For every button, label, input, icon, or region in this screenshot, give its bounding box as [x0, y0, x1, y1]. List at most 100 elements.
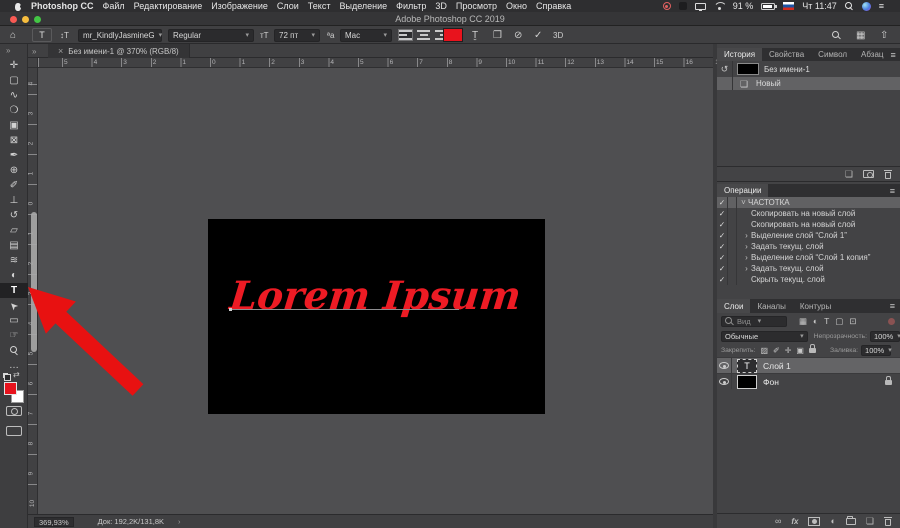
default-colors-icon[interactable] [3, 373, 11, 381]
panel-menu-icon[interactable]: ≡ [890, 48, 900, 61]
action-label[interactable]: ЧАСТОТКА [748, 198, 790, 207]
status-app-icon[interactable] [679, 2, 687, 10]
layer-filtering-toggle[interactable] [888, 318, 895, 325]
align-center-button[interactable] [417, 30, 430, 40]
action-label[interactable]: Задать текущ. слой [751, 264, 824, 273]
opacity-select[interactable]: 100% ▾ [870, 331, 900, 342]
action-check-icon[interactable]: ✓ [717, 252, 728, 263]
font-family-select[interactable]: mr_KindlyJasmineG ▾ [78, 29, 162, 42]
apple-menu-icon[interactable] [14, 2, 22, 11]
document-tab[interactable]: × Без имени-1 @ 370% (RGB/8) [48, 44, 190, 58]
text-orientation-icon[interactable]: ↕T [60, 26, 69, 44]
menu-item-Изображение[interactable]: Изображение [211, 1, 268, 11]
blend-mode-select[interactable]: Обычные ▾ [721, 331, 808, 342]
filter-adjustment-layers-icon[interactable]: ◐ [813, 316, 818, 327]
filter-pixel-layers-icon[interactable]: ▦ [799, 316, 807, 327]
canvas-text[interactable]: Lorem Ipsum [228, 273, 524, 319]
action-dialog-toggle[interactable] [728, 230, 737, 241]
new-snapshot-icon[interactable] [863, 170, 874, 178]
tab-layers[interactable]: Слои [717, 299, 750, 313]
rectangle-tool[interactable]: ▭ [0, 313, 28, 328]
workspace-icon[interactable]: ▦ [856, 26, 865, 44]
action-dialog-toggle[interactable] [728, 252, 737, 263]
action-check-icon[interactable]: ✓ [717, 263, 728, 274]
quick-mask-button[interactable] [6, 406, 22, 416]
history-brush-source-cell[interactable] [717, 77, 733, 90]
menu-item-Слои[interactable]: Слои [277, 1, 299, 11]
clone-stamp-tool[interactable]: ⊥ [0, 193, 28, 208]
tab-channels[interactable]: Каналы [750, 299, 792, 313]
action-label[interactable]: Задать текущ. слой [751, 242, 824, 251]
wifi-icon[interactable] [714, 2, 725, 11]
close-tab-icon[interactable]: × [58, 46, 63, 56]
menu-app-name[interactable]: Photoshop CC [31, 1, 94, 11]
layer-row-background[interactable]: Фон [717, 373, 900, 389]
add-mask-icon[interactable] [808, 517, 820, 526]
anti-alias-select[interactable]: Mac ▾ [340, 29, 392, 42]
new-group-icon[interactable] [846, 518, 856, 525]
new-layer-icon[interactable]: ❏ [866, 516, 874, 527]
action-row[interactable]: ✓˅ЧАСТОТКА [717, 197, 900, 208]
history-snapshot-row[interactable]: ↺ Без имени-1 [717, 61, 900, 77]
delete-state-icon[interactable] [884, 170, 892, 179]
lock-transparency-icon[interactable]: ▨ [760, 346, 768, 355]
toggle-panels-icon[interactable]: ❒ [493, 26, 502, 44]
foreground-color-swatch[interactable] [4, 382, 17, 395]
quick-selection-tool[interactable]: ❍ [0, 103, 28, 118]
action-label[interactable]: Скрыть текущ. слой [751, 275, 825, 284]
action-dialog-toggle[interactable] [728, 274, 737, 285]
tab-character[interactable]: Символ [811, 48, 854, 61]
zoom-level-field[interactable]: 369,93% [34, 517, 74, 527]
expand-chevron-icon[interactable]: › [742, 253, 751, 262]
layer-name[interactable]: Фон [763, 377, 779, 387]
menu-item-Просмотр[interactable]: Просмотр [456, 1, 497, 11]
action-check-icon[interactable]: ✓ [717, 241, 728, 252]
hand-tool[interactable]: ☞ [0, 328, 28, 343]
tab-overflow-icon[interactable]: » [32, 47, 36, 56]
move-tool[interactable]: ✛ [0, 58, 28, 73]
action-dialog-toggle[interactable] [728, 263, 737, 274]
menu-item-Файл[interactable]: Файл [103, 1, 125, 11]
action-label[interactable]: Выделение слой “Слой 1” [751, 231, 847, 240]
text-layer-thumbnail[interactable]: T [737, 359, 757, 373]
action-dialog-toggle[interactable] [728, 219, 737, 230]
layer-row-text[interactable]: T Слой 1 [717, 357, 900, 373]
notification-center-icon[interactable]: ≡ [879, 1, 884, 11]
tab-actions[interactable]: Операции [717, 184, 768, 197]
action-dialog-toggle[interactable] [728, 197, 737, 208]
canvas[interactable]: Lorem Ipsum [208, 219, 545, 414]
filter-smart-objects-icon[interactable]: ⊡ [849, 316, 856, 327]
action-row[interactable]: ✓›Задать текущ. слой [717, 241, 900, 252]
tab-properties[interactable]: Свойства [762, 48, 811, 61]
lasso-tool[interactable]: ∿ [0, 88, 28, 103]
fill-select[interactable]: 100% ▾ [861, 345, 891, 356]
visibility-cell[interactable] [717, 358, 732, 373]
menu-item-3D[interactable]: 3D [435, 1, 447, 11]
action-check-icon[interactable]: ✓ [717, 208, 728, 219]
action-row[interactable]: ✓Скрыть текущ. слой [717, 274, 900, 285]
lock-paint-icon[interactable]: ✐ [773, 346, 780, 355]
eye-icon[interactable] [719, 378, 729, 385]
text-color-swatch[interactable] [443, 28, 463, 42]
new-document-from-state-icon[interactable]: ❏ [845, 169, 853, 180]
tab-paragraph[interactable]: Абзац [854, 48, 890, 61]
screen-mode-button[interactable] [6, 426, 22, 436]
rectangular-marquee-tool[interactable]: ▢ [0, 73, 28, 88]
link-layers-icon[interactable]: ∞ [775, 516, 781, 526]
crop-tool[interactable]: ▣ [0, 118, 28, 133]
tab-history[interactable]: История [717, 48, 762, 61]
lock-artboard-icon[interactable]: ▣ [796, 346, 804, 355]
share-icon[interactable]: ⇧ [880, 26, 888, 44]
action-row[interactable]: ✓›Выделение слой “Слой 1 копия” [717, 252, 900, 263]
horizontal-ruler[interactable]: 5432101234567891011121314151617 [38, 58, 713, 68]
lock-all-icon[interactable] [809, 348, 816, 353]
action-row[interactable]: ✓Скопировать на новый слой [717, 208, 900, 219]
toolbar-collapse-icon[interactable]: » [6, 46, 10, 55]
history-step-row[interactable]: ❏ Новый [717, 77, 900, 90]
screen-record-icon[interactable] [663, 2, 671, 10]
cancel-edits-icon[interactable]: ⊘ [514, 26, 522, 44]
filter-type-layers-icon[interactable]: T [824, 316, 829, 327]
action-row[interactable]: ✓›Выделение слой “Слой 1” [717, 230, 900, 241]
brush-tool[interactable]: ✐ [0, 178, 28, 193]
action-dialog-toggle[interactable] [728, 208, 737, 219]
